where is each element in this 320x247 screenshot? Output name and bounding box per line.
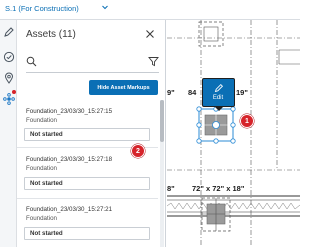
asset-name: Foundation_23/03/30_15:27:21: [26, 206, 113, 213]
chevron-down-icon[interactable]: [101, 3, 109, 13]
edit-asset-button[interactable]: Edit: [202, 78, 235, 107]
edit-label: Edit: [212, 95, 224, 101]
drawing-canvas[interactable]: 9" 84 19" 8" 72" x 72" x 18" Edit 1: [167, 20, 300, 247]
issues-check-icon[interactable]: [2, 50, 15, 63]
asset-name: Foundation_23/03/30_15:27:15: [26, 108, 113, 115]
asset-list-item[interactable]: Foundation_23/03/30_15:27:18 Foundation …: [17, 156, 158, 196]
search-row: [26, 52, 159, 68]
tool-rail: [0, 20, 17, 247]
search-divider: [26, 72, 159, 73]
notification-dot: [12, 90, 16, 94]
asset-type: Foundation: [26, 117, 57, 124]
close-icon[interactable]: [144, 27, 156, 39]
drawing-lines: [167, 20, 300, 247]
dimension-label: 72" x 72" x 18": [192, 184, 245, 193]
asset-status-value: Not started: [30, 230, 63, 237]
panel-title: Assets (11): [26, 29, 76, 40]
asset-status-select[interactable]: Not started: [24, 128, 150, 141]
callout-badge-1: 1: [240, 114, 254, 128]
filter-icon[interactable]: [148, 54, 159, 67]
edit-popover-tail: [214, 106, 224, 111]
hide-asset-markups-button[interactable]: Hide Asset Markups: [89, 80, 158, 95]
pencil-icon: [214, 83, 224, 93]
asset-status-value: Not started: [30, 180, 63, 187]
top-bar: S.1 (For Construction): [0, 0, 300, 20]
asset-status-value: Not started: [30, 131, 63, 138]
markup-pen-icon[interactable]: [2, 25, 15, 38]
asset-type: Foundation: [26, 165, 57, 172]
assets-panel: Assets (11) Hide Asset Markups Foundatio…: [17, 20, 166, 247]
search-icon: [26, 54, 37, 67]
dimension-label: 84: [188, 88, 197, 97]
dimension-label: 19": [236, 88, 248, 97]
scrollbar-thumb[interactable]: [160, 100, 164, 142]
asset-status-select[interactable]: Not started: [24, 227, 150, 240]
asset-name: Foundation_23/03/30_15:27:18: [26, 156, 113, 163]
asset-status-select[interactable]: Not started: [24, 177, 150, 190]
list-divider: [17, 198, 158, 199]
dimension-label: 9": [167, 88, 175, 97]
location-pin-icon[interactable]: [2, 71, 15, 84]
asset-list-item[interactable]: Foundation_23/03/30_15:27:21 Foundation …: [17, 206, 158, 247]
search-input[interactable]: [40, 52, 140, 68]
dimension-label: 8": [167, 184, 175, 193]
sheet-selector[interactable]: S.1 (For Construction): [5, 4, 79, 13]
asset-type: Foundation: [26, 215, 57, 222]
callout-badge-2: 2: [131, 144, 145, 158]
